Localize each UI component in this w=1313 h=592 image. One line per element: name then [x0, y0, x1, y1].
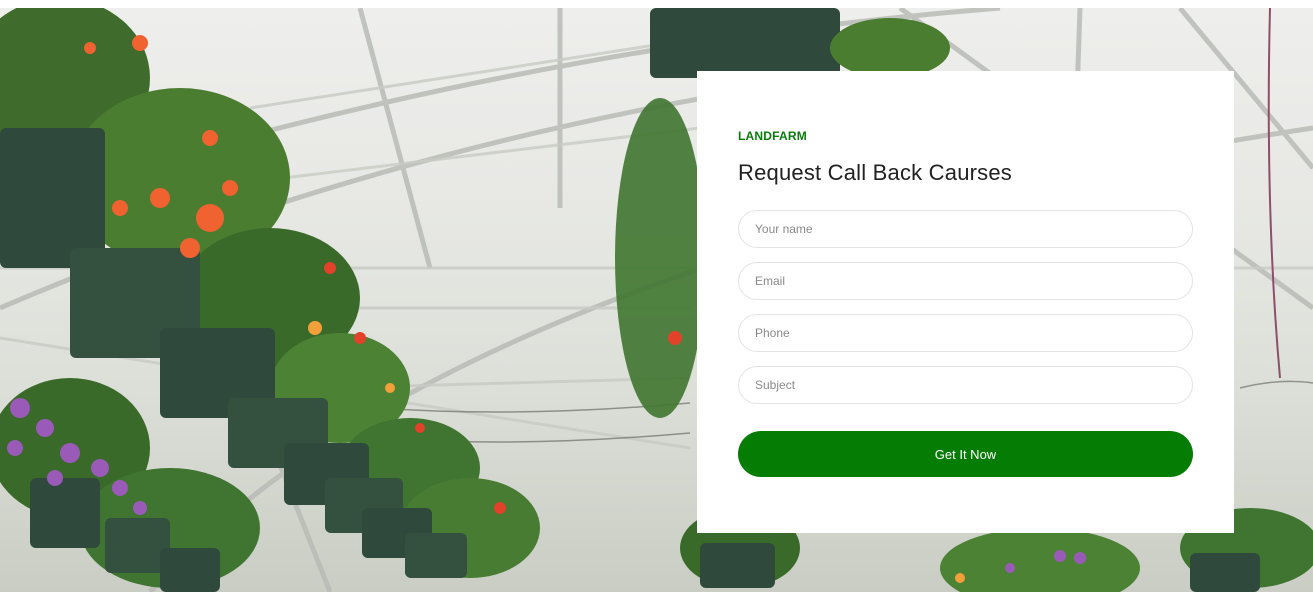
page: LANDFARM Request Call Back Caurses Get I… — [0, 0, 1313, 592]
get-it-now-button[interactable]: Get It Now — [738, 431, 1193, 477]
hanging-basket-group-left — [0, 8, 540, 592]
phone-input[interactable] — [738, 314, 1193, 352]
form-title: Request Call Back Caurses — [738, 160, 1013, 185]
name-input[interactable] — [738, 210, 1193, 248]
brand-label: LANDFARM — [738, 129, 807, 143]
callback-request-form: LANDFARM Request Call Back Caurses Get I… — [697, 71, 1234, 533]
subject-input[interactable] — [738, 366, 1193, 404]
email-input[interactable] — [738, 262, 1193, 300]
